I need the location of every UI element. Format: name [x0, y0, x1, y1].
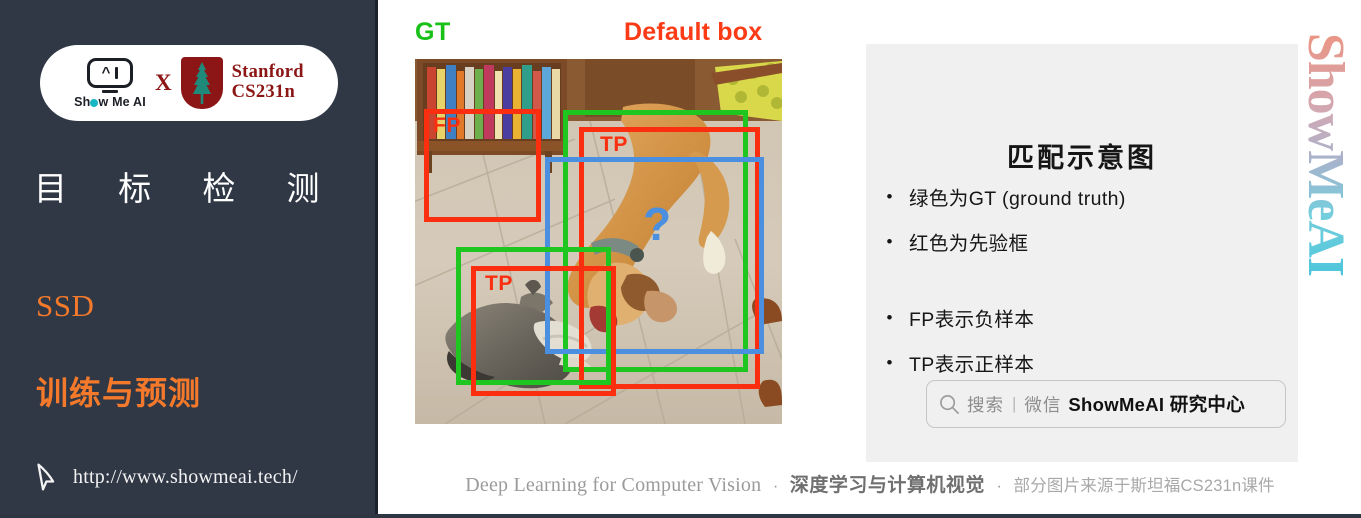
- bullet-icon: •: [886, 352, 893, 372]
- showmeai-logo: ^ Sh w Me AI: [74, 57, 146, 109]
- figure-panel: GT Default box FP TP ? TP: [395, 16, 850, 456]
- cursor-pointer-icon: [37, 463, 55, 491]
- wechat-search-bar[interactable]: 搜索 | 微信 ShowMeAI 研究中心: [926, 380, 1286, 428]
- panel-bullet-list: • 绿色为GT (ground truth) • 红色为先验框 • FP表示负样…: [884, 186, 1288, 397]
- page-title: 目 标 检 测: [34, 170, 341, 207]
- stanford-wordmark: Stanford CS231n: [231, 62, 304, 103]
- stanford-line-1: Stanford: [231, 62, 304, 83]
- search-placeholder: 搜索: [967, 394, 1004, 415]
- bullet-text-tp: TP表示正样本: [909, 353, 1035, 376]
- bullet-text-prior: 红色为先验框: [909, 233, 1029, 256]
- footer-chinese: 深度学习与计算机视觉: [789, 475, 985, 496]
- watermark-text: ShowMeAI: [1297, 32, 1355, 276]
- bbox-label-tp-cat: TP: [485, 272, 513, 295]
- stanford-line-2: CS231n: [231, 82, 296, 102]
- footer-dot-2: ·: [996, 476, 1003, 495]
- list-item: • TP表示正样本: [884, 352, 1288, 378]
- subtitle-topic: 训练与预测: [36, 375, 202, 411]
- robot-neck-icon: [102, 89, 119, 93]
- showmeai-watermark: ShowMeAI: [1296, 28, 1356, 280]
- list-item: • 绿色为GT (ground truth): [884, 186, 1288, 212]
- footer-source: 部分图片来源于斯坦福CS231n课件: [1013, 477, 1275, 495]
- list-item: • FP表示负样本: [884, 307, 1288, 333]
- list-item: • 红色为先验框: [884, 231, 1288, 257]
- search-brand: ShowMeAI 研究中心: [1068, 394, 1245, 415]
- footer-dot-1: ·: [772, 476, 779, 495]
- bullet-text-fp: FP表示负样本: [909, 308, 1035, 331]
- list-gap: [884, 277, 1288, 307]
- left-sidebar: ^ Sh w Me AI X Stanford CS231n 目 标 检 测 SS…: [0, 0, 378, 514]
- bbox-label-fp: FP: [433, 114, 461, 137]
- search-channel: 微信: [1024, 394, 1062, 415]
- bbox-label-tp-dog: TP: [600, 133, 628, 156]
- brand-logo-pill: ^ Sh w Me AI X Stanford CS231n: [40, 45, 338, 121]
- bullet-text-gt: 绿色为GT (ground truth): [909, 188, 1126, 210]
- uncertainty-question-mark: ?: [643, 198, 672, 250]
- footer-caption: Deep Learning for Computer Vision · 深度学习…: [395, 470, 1345, 497]
- search-separator: |: [1012, 394, 1017, 413]
- cross-icon: X: [154, 70, 172, 95]
- subtitle-model: SSD: [36, 288, 95, 323]
- site-url-text: http://www.showmeai.tech/: [73, 465, 298, 488]
- bullet-icon: •: [886, 187, 893, 206]
- figure-legend: GT Default box: [395, 16, 850, 56]
- legend-gt-label: GT: [415, 18, 451, 46]
- site-url-row[interactable]: http://www.showmeai.tech/: [34, 462, 298, 492]
- footer-english: Deep Learning for Computer Vision: [465, 474, 762, 496]
- right-info-panel: 匹配示意图 • 绿色为GT (ground truth) • 红色为先验框 • …: [866, 44, 1298, 462]
- stanford-tree-icon: [180, 57, 223, 109]
- search-icon: [940, 394, 959, 414]
- bullet-icon: •: [886, 232, 893, 252]
- slide-root: ^ Sh w Me AI X Stanford CS231n 目 标 检 测 SS…: [0, 0, 1361, 518]
- legend-default-box-label: Default box: [624, 18, 763, 46]
- bullet-icon: •: [886, 307, 893, 327]
- ai-robot-icon: ^: [87, 57, 134, 88]
- panel-title: 匹配示意图: [1007, 143, 1157, 173]
- dot-icon: [90, 98, 99, 107]
- detection-photo: FP TP ? TP: [415, 59, 782, 424]
- showmeai-wordmark: Sh w Me AI: [74, 94, 146, 109]
